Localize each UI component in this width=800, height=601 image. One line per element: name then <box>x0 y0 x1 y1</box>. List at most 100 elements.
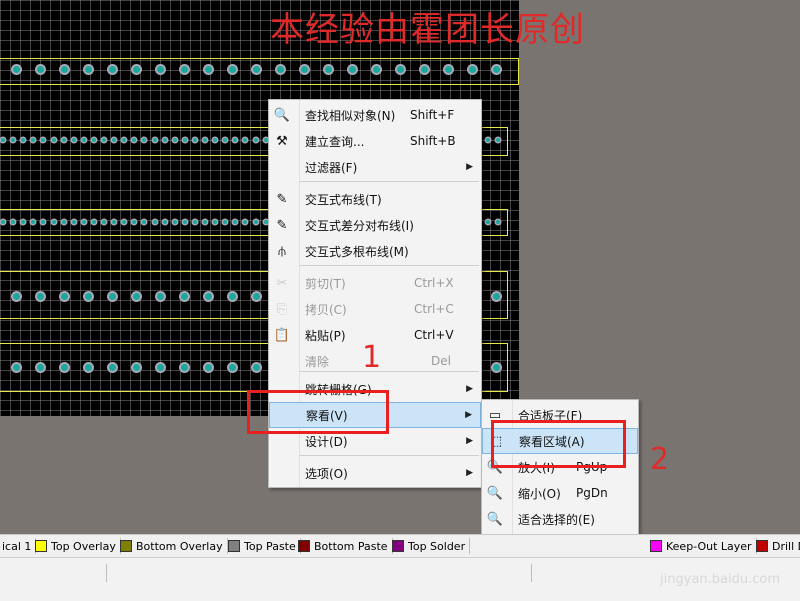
pcb-pad <box>71 220 76 224</box>
layer-tab[interactable]: Keep-Out Layer <box>650 538 757 554</box>
pcb-pad <box>12 292 20 300</box>
pcb-pad <box>444 65 452 73</box>
pcb-pad <box>36 363 44 371</box>
layer-tab[interactable]: Bottom Overlay <box>120 538 228 554</box>
context-menu-item[interactable]: 选项(O) ▶ <box>269 460 481 486</box>
pcb-pad <box>61 138 66 142</box>
pcb-pad <box>1 220 5 224</box>
pcb-pad <box>182 220 187 224</box>
pcb-pad <box>492 292 500 300</box>
annotation-box-2 <box>491 420 626 468</box>
layer-tab-label: Top Paste <box>244 539 296 553</box>
annotation-box-1 <box>247 390 389 434</box>
layer-tab-label: Bottom Paste <box>314 539 388 553</box>
layer-tab[interactable]: Top Paste <box>228 538 301 554</box>
pcb-pad <box>492 65 500 73</box>
pcb-pad <box>252 363 260 371</box>
copy-icon: ⎘ <box>276 301 288 317</box>
pcb-pad <box>81 220 86 224</box>
pcb-pad <box>228 292 236 300</box>
pcb-pad <box>108 65 116 73</box>
pcb-pad <box>228 65 236 73</box>
pcb-pad <box>132 65 140 73</box>
layer-tab[interactable]: Top Overlay <box>35 538 121 554</box>
layer-tab-bar: ical 1 Top Overlay Bottom Overlay Top Paste… <box>0 534 800 557</box>
zoom-out-icon: 🔍 <box>486 485 504 501</box>
view-submenu-item[interactable]: 🔍 缩小(O) PgDn <box>482 480 638 506</box>
view-submenu-item[interactable]: 🔍 适合选择的(E) <box>482 506 638 532</box>
pcb-pad <box>180 292 188 300</box>
pcb-pad <box>156 65 164 73</box>
context-menu-item[interactable]: ✂ 剪切(T) Ctrl+X <box>269 270 481 296</box>
pcb-pad <box>81 138 86 142</box>
pcb-pad <box>420 65 428 73</box>
pcb-pad <box>263 138 268 142</box>
pcb-pad <box>156 292 164 300</box>
pcb-pad <box>485 220 490 224</box>
pcb-pad <box>204 65 212 73</box>
menu-item-label: 剪切(T) <box>305 276 346 291</box>
pcb-pad <box>162 220 167 224</box>
annotation-number-2: 2 <box>650 442 670 477</box>
fit-selected-icon: 🔍 <box>486 511 504 527</box>
pcb-pad <box>204 363 212 371</box>
site-watermark: jingyan.baidu.com <box>660 572 780 587</box>
pcb-pad <box>12 65 20 73</box>
pcb-pad <box>36 65 44 73</box>
route-icon: ✎ <box>276 191 288 207</box>
context-menu-item[interactable]: ✎ 交互式布线(T) <box>269 186 481 212</box>
menu-item-label: 建立查询... <box>305 134 365 149</box>
hammer-icon: ⚒ <box>276 133 288 149</box>
pcb-pad <box>152 138 157 142</box>
menu-item-label: 选项(O) <box>305 466 348 481</box>
context-menu-item[interactable]: ⫛ 交互式多根布线(M) <box>269 238 481 264</box>
pcb-pad <box>172 220 177 224</box>
pcb-pad <box>252 65 260 73</box>
menu-item-label: 交互式多根布线(M) <box>305 244 409 259</box>
pcb-pad <box>192 220 197 224</box>
layer-tab-label: Top Solder <box>408 539 466 553</box>
pcb-pad <box>61 220 66 224</box>
menu-item-label: 缩小(O) <box>518 486 561 501</box>
pcb-pad <box>152 220 157 224</box>
multi-route-icon: ⫛ <box>278 243 286 259</box>
menu-item-shortcut: Ctrl+V <box>414 328 454 342</box>
layer-color-swatch <box>756 540 768 552</box>
pcb-pad <box>276 65 284 73</box>
pcb-pad <box>12 363 20 371</box>
pcb-pad <box>252 292 260 300</box>
pcb-pad <box>203 138 207 142</box>
pcb-pad <box>495 138 500 142</box>
pcb-pad <box>51 220 56 224</box>
pcb-pad <box>60 363 68 371</box>
submenu-arrow-icon: ▶ <box>466 384 473 394</box>
layer-tab-label: Top Overlay <box>51 539 116 553</box>
pcb-pad <box>253 138 258 142</box>
pcb-pad <box>348 65 356 73</box>
layer-tab[interactable]: Top Solder <box>392 538 471 554</box>
layer-tab[interactable]: Drill D <box>756 538 800 554</box>
context-menu-item[interactable]: ⎘ 拷贝(C) Ctrl+C <box>269 296 481 322</box>
layer-color-swatch <box>35 540 47 552</box>
context-menu-item[interactable]: 🔍 查找相似对象(N) Shift+F <box>269 102 481 128</box>
context-menu-item[interactable]: ✎ 交互式差分对布线(I) <box>269 212 481 238</box>
pcb-pad <box>84 65 92 73</box>
layer-tab[interactable]: Bottom Paste <box>298 538 393 554</box>
pcb-pad <box>253 220 258 224</box>
pcb-pad <box>324 65 332 73</box>
diff-route-icon: ✎ <box>276 217 288 233</box>
context-menu-item[interactable]: ⚒ 建立查询... Shift+B <box>269 128 481 154</box>
context-menu-item[interactable]: 过滤器(F) ▶ <box>269 154 481 180</box>
pcb-pad <box>132 292 140 300</box>
pcb-pad <box>172 138 177 142</box>
menu-item-shortcut: PgDn <box>576 486 608 500</box>
pcb-pad <box>180 363 188 371</box>
layer-tab[interactable]: ical 1 <box>2 538 37 554</box>
layer-tab-label: Drill D <box>772 539 800 553</box>
menu-item-shortcut: Shift+B <box>410 134 456 148</box>
pcb-pad <box>372 65 380 73</box>
menu-item-label: 设计(D) <box>305 434 348 449</box>
layer-tab-label: Keep-Out Layer <box>666 539 752 553</box>
pcb-pad <box>108 363 116 371</box>
pcb-pad <box>132 363 140 371</box>
